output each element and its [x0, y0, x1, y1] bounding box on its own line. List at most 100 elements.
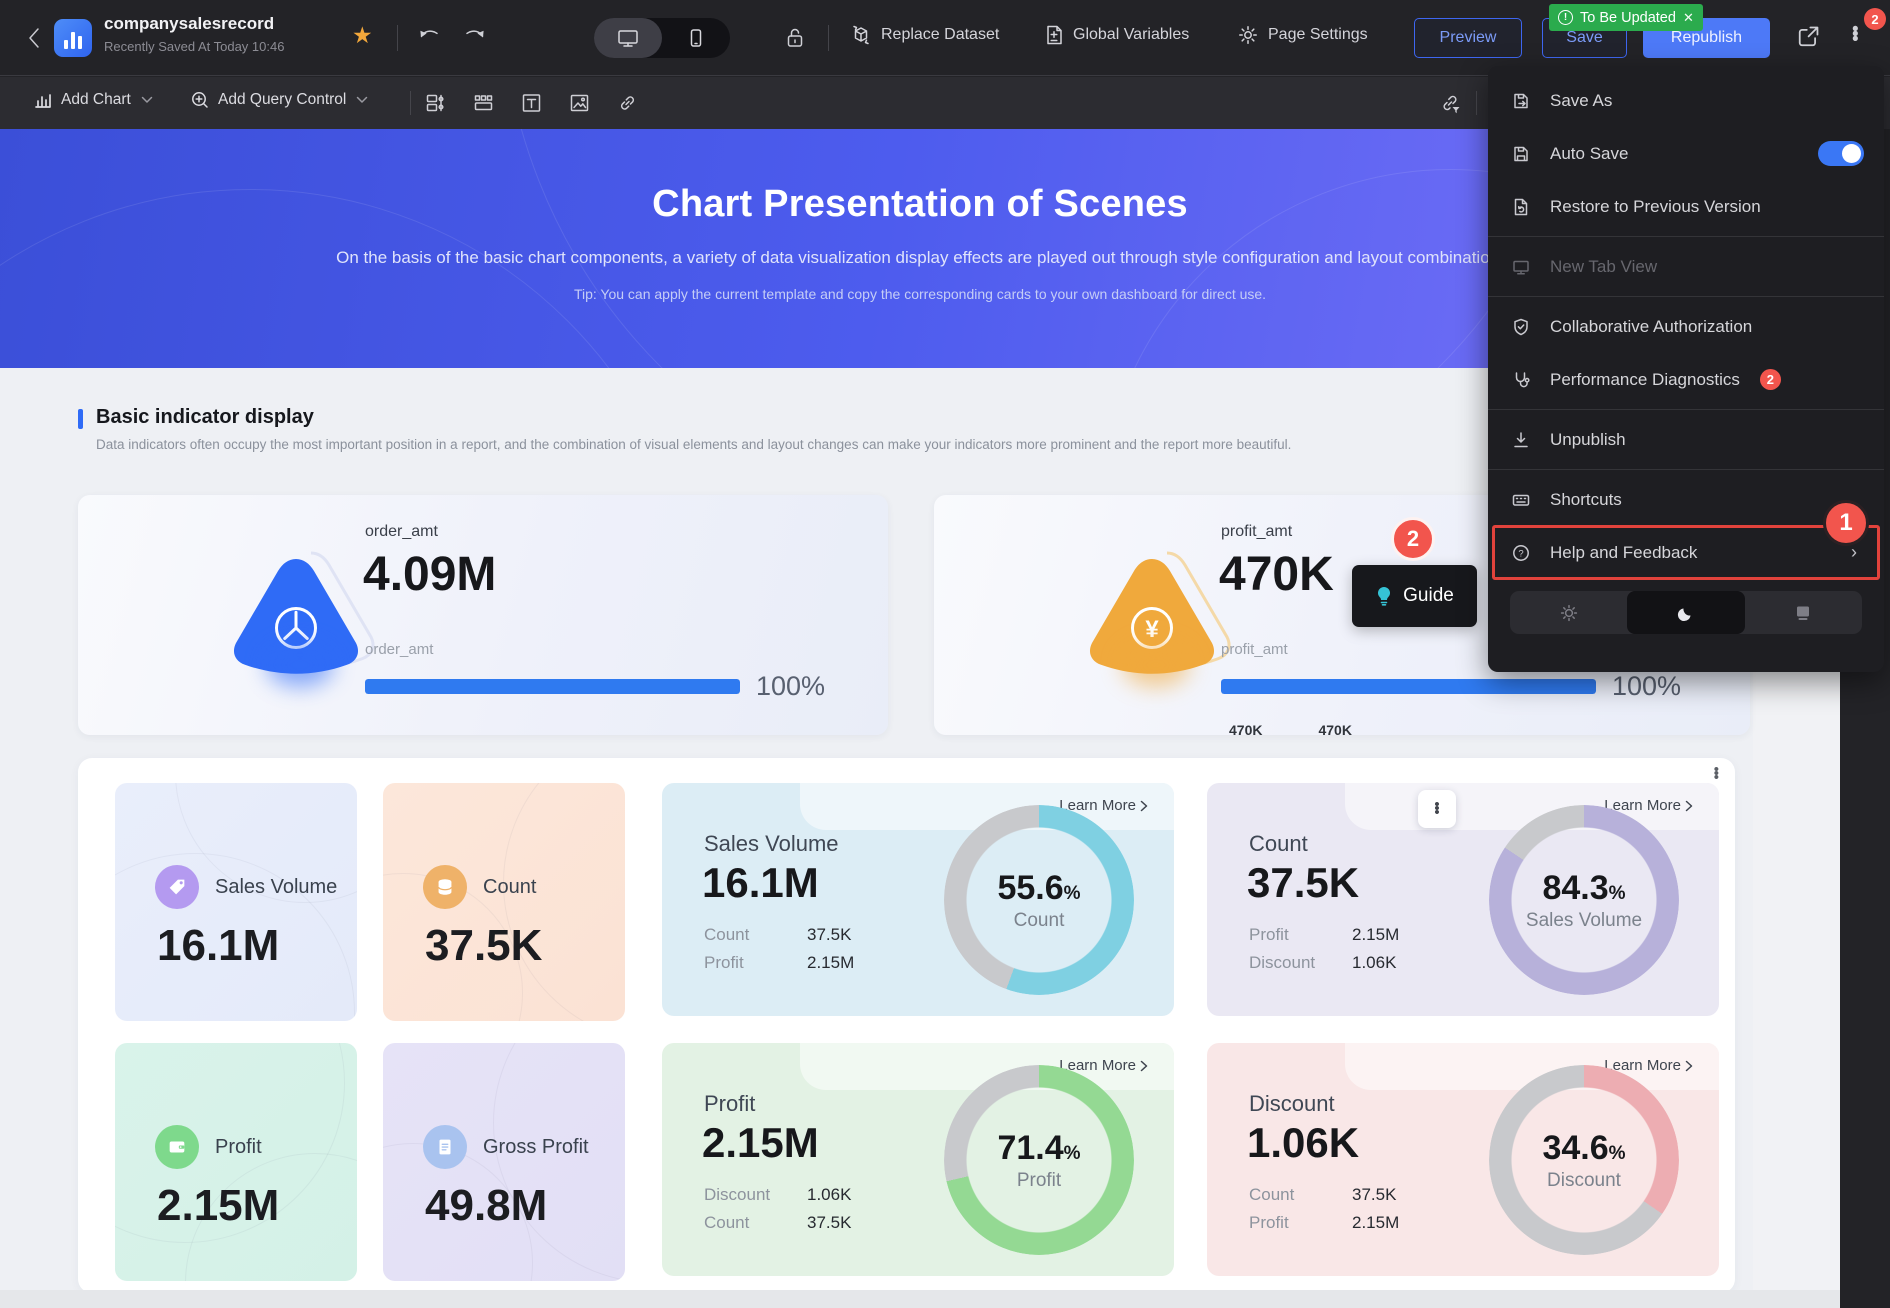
- card-more-icon[interactable]: •••: [1418, 790, 1456, 828]
- chevron-right-icon: [1685, 800, 1693, 812]
- share-icon[interactable]: [1795, 24, 1821, 50]
- more-options-menu: Save As Auto Save Restore to Previous Ve…: [1488, 66, 1884, 672]
- panel-more-icon[interactable]: •••: [1714, 768, 1719, 780]
- donut-card-discount[interactable]: Learn More Discount 1.06K Count37.5K Pro…: [1207, 1043, 1719, 1276]
- mini-card-profit[interactable]: Profit 2.15M: [115, 1043, 357, 1281]
- insert-image-widget-icon[interactable]: [568, 92, 591, 114]
- keyboard-icon: [1510, 490, 1532, 510]
- menu-item-auto-save[interactable]: Auto Save: [1488, 127, 1884, 180]
- redo-icon[interactable]: [462, 26, 488, 50]
- document-icon: [423, 1125, 467, 1169]
- document-title: companysalesrecord: [104, 14, 284, 34]
- svg-text:¥: ¥: [1145, 616, 1159, 643]
- menu-item-new-tab-view: New Tab View: [1488, 240, 1884, 293]
- auto-save-toggle[interactable]: [1818, 141, 1864, 166]
- bar-chart-icon: [33, 90, 53, 110]
- mini-card-gross-profit[interactable]: Gross Profit 49.8M: [383, 1043, 625, 1281]
- back-icon[interactable]: [24, 24, 46, 52]
- restore-version-icon: [1510, 197, 1532, 217]
- global-variables-icon: [1044, 24, 1064, 46]
- donut-card-profit[interactable]: Learn More Profit 2.15M Discount1.06K Co…: [662, 1043, 1174, 1276]
- dark-theme-moon-icon[interactable]: [1627, 591, 1744, 634]
- section-description: Data indicators often occupy the most im…: [96, 437, 1291, 452]
- progress-percent: 100%: [1612, 671, 1681, 702]
- monitor-icon: [1510, 257, 1532, 277]
- donut-card-sales-volume[interactable]: Learn More Sales Volume 16.1M Count37.5K…: [662, 783, 1174, 1016]
- insert-tab-widget-icon[interactable]: [472, 92, 495, 114]
- chevron-down-icon: [141, 96, 153, 104]
- more-menu-icon[interactable]: •••: [1852, 27, 1859, 42]
- add-query-control-button[interactable]: Add Query Control: [190, 90, 368, 110]
- indicator-card-order-amt[interactable]: order_amt 4.09M order_amt 100%: [78, 495, 888, 735]
- donut-card-count[interactable]: Learn More Count 37.5K Profit2.15M Disco…: [1207, 783, 1719, 1016]
- link-filter-icon[interactable]: [1438, 92, 1463, 116]
- light-theme-sun-icon[interactable]: [1510, 591, 1627, 634]
- insert-control-widget-icon[interactable]: [424, 92, 447, 114]
- donut-chart: 84.3% Sales Volume: [1489, 805, 1679, 995]
- notification-badge: 2: [1864, 8, 1886, 30]
- mini-card-count[interactable]: Count 37.5K: [383, 783, 625, 1021]
- lock-icon[interactable]: [784, 26, 806, 50]
- guide-tooltip[interactable]: Guide: [1352, 565, 1477, 627]
- menu-item-unpublish[interactable]: Unpublish: [1488, 413, 1884, 466]
- save-status: Recently Saved At Today 10:46: [104, 39, 284, 54]
- close-icon[interactable]: ✕: [1683, 10, 1694, 26]
- metric-value: 4.09M: [363, 547, 496, 602]
- favorite-star-icon[interactable]: ★: [352, 24, 373, 47]
- svg-text:?: ?: [1518, 548, 1523, 559]
- gear-icon: [1237, 24, 1259, 46]
- metric-label: order_amt: [365, 523, 438, 541]
- section-accent-bar: [78, 409, 83, 429]
- tag-icon: [155, 865, 199, 909]
- metric-value: 470K: [1219, 547, 1334, 602]
- menu-item-collaborative-authorization[interactable]: Collaborative Authorization: [1488, 300, 1884, 353]
- annotation-step-1: 1: [1823, 500, 1869, 546]
- chevron-right-icon: [1140, 1060, 1148, 1072]
- menu-divider: [1488, 296, 1884, 297]
- menu-item-restore-version[interactable]: Restore to Previous Version: [1488, 180, 1884, 233]
- indicator-panel: ••• Sales Volume 16.1M Count 37.5K: [78, 758, 1735, 1293]
- insert-link-widget-icon[interactable]: [616, 92, 639, 114]
- save-as-icon: [1510, 91, 1532, 111]
- preview-button[interactable]: Preview: [1414, 18, 1522, 58]
- chevron-right-icon: [1140, 800, 1148, 812]
- stethoscope-icon: [1510, 370, 1532, 390]
- replace-dataset-button[interactable]: Replace Dataset: [850, 24, 999, 46]
- metric-sub-label: profit_amt: [1221, 641, 1288, 658]
- top-bar: companysalesrecord Recently Saved At Tod…: [0, 0, 1890, 76]
- mobile-view-icon[interactable]: [662, 18, 730, 58]
- diagnostics-badge: 2: [1760, 369, 1781, 390]
- undo-icon[interactable]: [416, 26, 442, 50]
- donut-chart: 71.4% Profit: [944, 1065, 1134, 1255]
- metric-sub-label: order_amt: [365, 641, 433, 658]
- shield-check-icon: [1510, 317, 1532, 337]
- insert-text-widget-icon[interactable]: [520, 92, 543, 114]
- order-amt-icon: [218, 535, 383, 700]
- clipped-footer-values: 470K 470K: [1229, 722, 1352, 735]
- database-icon: [423, 865, 467, 909]
- chevron-down-icon: [356, 96, 368, 104]
- page-settings-button[interactable]: Page Settings: [1237, 24, 1368, 46]
- progress-bar: [1221, 679, 1596, 694]
- progress-bar: [365, 679, 740, 694]
- desktop-view-icon[interactable]: [594, 18, 662, 58]
- save-icon: [1510, 144, 1532, 164]
- section-title: Basic indicator display: [96, 406, 314, 429]
- theme-switcher: [1510, 591, 1862, 634]
- menu-divider: [1488, 409, 1884, 410]
- chevron-right-icon: [1685, 1060, 1693, 1072]
- mini-card-sales-volume[interactable]: Sales Volume 16.1M: [115, 783, 357, 1021]
- bottom-scroll-gutter[interactable]: [0, 1290, 1840, 1308]
- help-icon: ?: [1510, 543, 1532, 563]
- menu-item-performance-diagnostics[interactable]: Performance Diagnostics 2: [1488, 353, 1884, 406]
- device-toggle[interactable]: [594, 18, 730, 58]
- menu-item-help-and-feedback[interactable]: ? Help and Feedback ›: [1493, 526, 1879, 579]
- alert-icon: !: [1558, 10, 1573, 25]
- add-chart-button[interactable]: Add Chart: [33, 90, 153, 110]
- system-theme-device-icon[interactable]: [1745, 591, 1862, 634]
- menu-divider: [1488, 236, 1884, 237]
- to-be-updated-badge: ! To Be Updated ✕: [1549, 4, 1703, 31]
- menu-item-save-as[interactable]: Save As: [1488, 74, 1884, 127]
- unpublish-icon: [1510, 430, 1532, 450]
- global-variables-button[interactable]: Global Variables: [1044, 24, 1189, 46]
